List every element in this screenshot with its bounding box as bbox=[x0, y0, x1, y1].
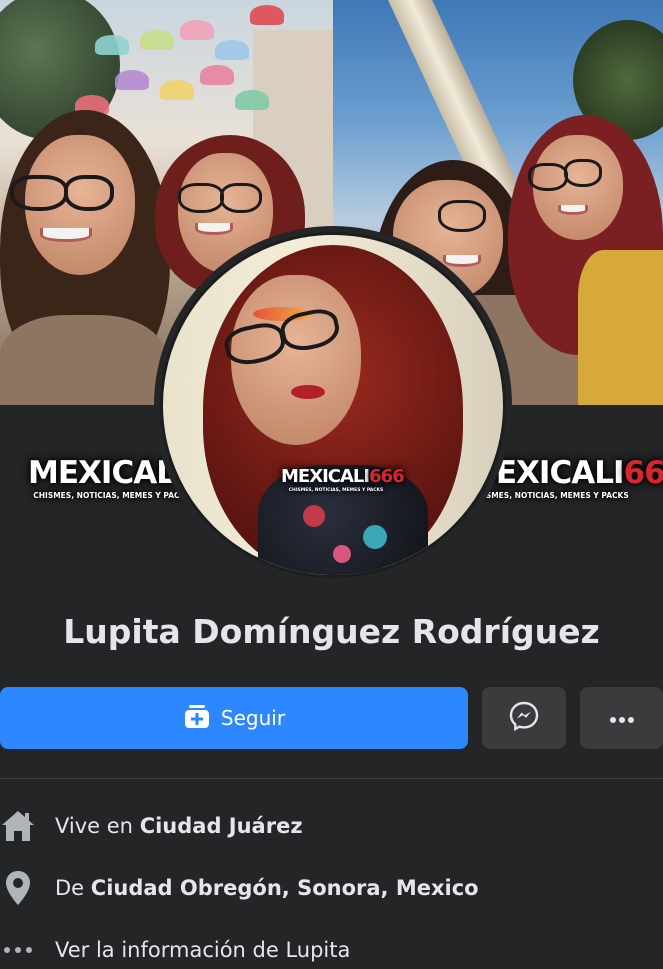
avatar-flower bbox=[303, 505, 325, 527]
umbrella bbox=[235, 90, 269, 110]
avatar-flower bbox=[363, 525, 387, 549]
avatar-lips bbox=[291, 385, 325, 399]
person bbox=[508, 115, 663, 405]
from-place-link[interactable]: Ciudad Obregón, Sonora, Mexico bbox=[91, 876, 479, 900]
umbrella bbox=[200, 65, 234, 85]
person bbox=[0, 100, 170, 405]
watermark-logo-avatar: MEXICALI666 CHISMES, NOTICIAS, MEMES Y P… bbox=[281, 466, 405, 494]
avatar[interactable]: MEXICALI666 CHISMES, NOTICIAS, MEMES Y P… bbox=[160, 232, 506, 578]
location-pin-icon bbox=[0, 868, 38, 908]
umbrella bbox=[250, 5, 284, 25]
more-dots-icon bbox=[0, 930, 38, 969]
umbrella bbox=[95, 35, 129, 55]
intro-see-info[interactable]: Ver la información de Lupita bbox=[0, 930, 663, 969]
umbrella bbox=[160, 80, 194, 100]
lives-in-place-link[interactable]: Ciudad Juárez bbox=[140, 814, 303, 838]
intro-lives-in: Vive en Ciudad Juárez bbox=[0, 806, 663, 846]
umbrella bbox=[215, 40, 249, 60]
umbrella bbox=[115, 70, 149, 90]
intro-from: De Ciudad Obregón, Sonora, Mexico bbox=[0, 868, 663, 908]
follow-button-label: Seguir bbox=[220, 706, 286, 730]
umbrella bbox=[180, 20, 214, 40]
more-icon bbox=[609, 709, 635, 728]
avatar-flower bbox=[333, 545, 351, 563]
message-button[interactable] bbox=[482, 687, 566, 749]
intro-lives-in-text: Vive en Ciudad Juárez bbox=[55, 814, 303, 838]
see-info-link[interactable]: Ver la información de Lupita bbox=[55, 938, 350, 962]
profile-name: Lupita Domínguez Rodríguez bbox=[63, 612, 600, 651]
messenger-icon bbox=[509, 701, 539, 735]
divider bbox=[0, 778, 663, 779]
umbrella bbox=[140, 30, 174, 50]
home-icon bbox=[0, 806, 38, 846]
more-options-button[interactable] bbox=[580, 687, 663, 749]
follow-icon bbox=[183, 702, 211, 735]
follow-button[interactable]: Seguir bbox=[0, 687, 468, 749]
intro-from-text: De Ciudad Obregón, Sonora, Mexico bbox=[55, 876, 479, 900]
